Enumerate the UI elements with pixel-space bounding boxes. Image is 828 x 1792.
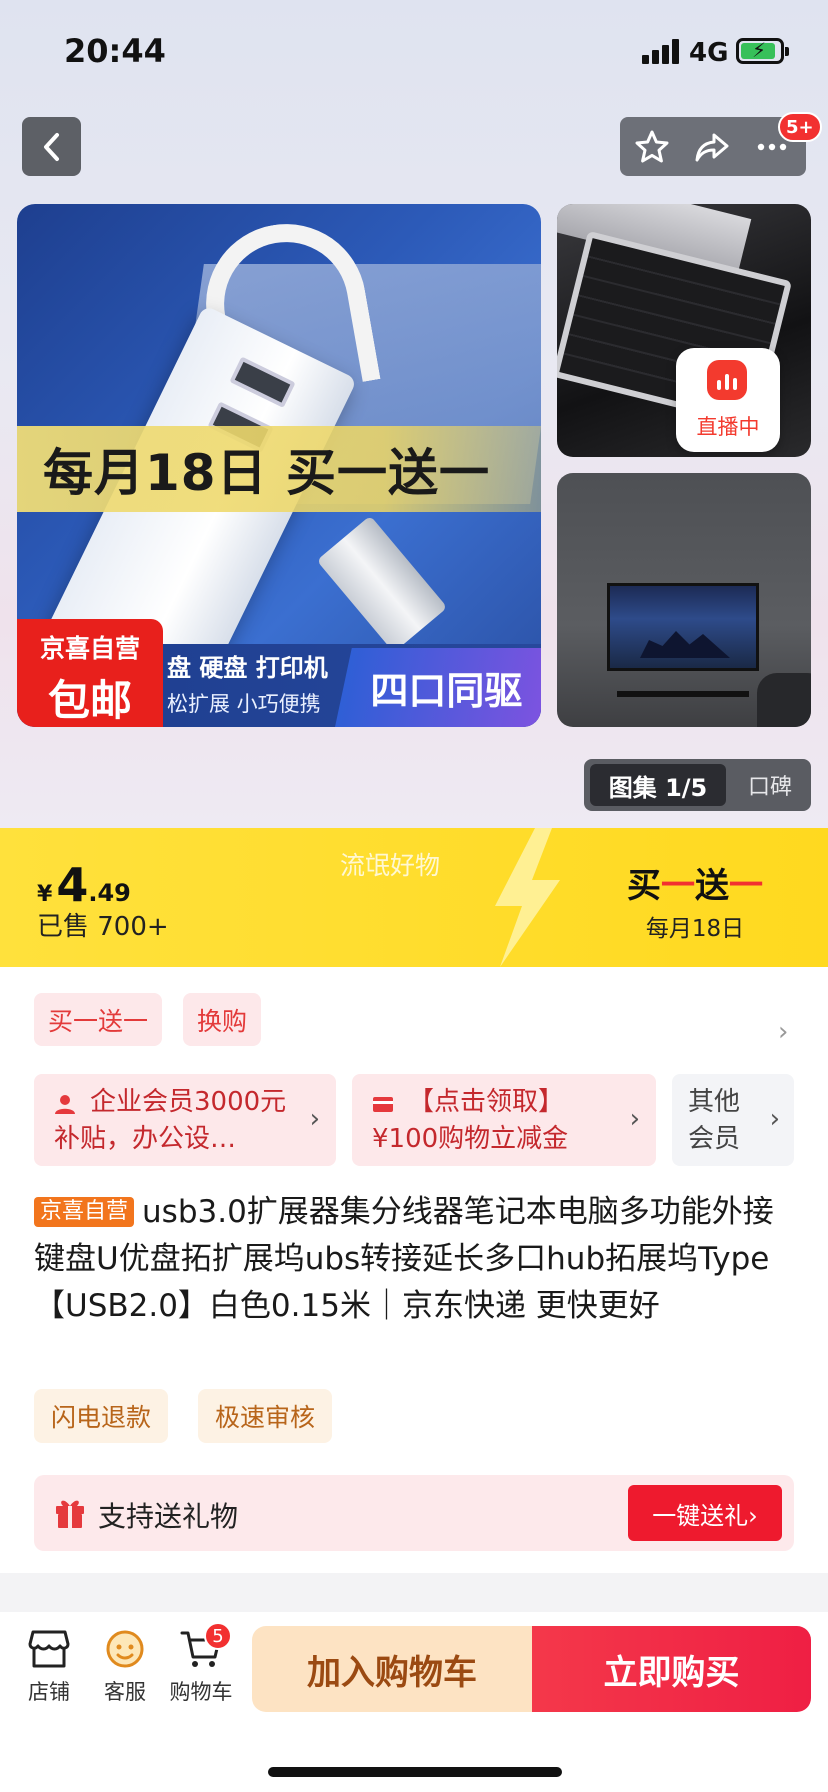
- other-membership[interactable]: 其他会员 ›: [672, 1074, 794, 1166]
- chevron-right-icon: ›: [309, 1104, 320, 1134]
- feature-strip-line1: 盘 硬盘 打印机: [167, 654, 328, 682]
- corner-line2: 包邮: [47, 676, 132, 725]
- store-button[interactable]: 店铺: [16, 1628, 82, 1706]
- promo-info: 买一送一 每月18日: [615, 858, 775, 943]
- store-icon: [28, 1630, 70, 1668]
- corner-line1: 京喜自营: [39, 634, 140, 663]
- buy-now-button[interactable]: 立即购买: [532, 1626, 811, 1712]
- product-info-card: 买一送一 换购 › 企业会员3000元补贴，办公设… › 【点击领取】¥100购…: [0, 967, 828, 1573]
- network-label: 4G: [689, 38, 729, 68]
- lightning-icon: [495, 828, 560, 967]
- bottom-action-bar: 店铺 客服 5 购物车 加入购物车 立即购买: [0, 1612, 828, 1792]
- reviews-tab[interactable]: 口碑: [734, 764, 806, 806]
- battery-icon: ⚡: [736, 38, 789, 64]
- promo-title-d: 一: [729, 866, 763, 906]
- customer-service-label: 客服: [104, 1680, 146, 1704]
- jingxi-badge: 京喜自营: [34, 1197, 135, 1227]
- main-product-image[interactable]: 每月18日 买一送一 盘 硬盘 打印机 松扩展 小巧便携 京喜自营 包邮 四口同…: [17, 204, 541, 727]
- send-gift-button[interactable]: 一键送礼›: [628, 1485, 782, 1541]
- cart-label: 购物车: [169, 1680, 233, 1704]
- share-button[interactable]: [692, 127, 732, 167]
- cart-badge: 5: [204, 1622, 232, 1650]
- live-icon: [707, 360, 747, 400]
- product-title: usb3.0扩展器集分线器笔记本电脑多功能外接键盘U优盘拓扩展坞ubs转接延长多…: [34, 1194, 774, 1324]
- tag-buy-one-get-one[interactable]: 买一送一: [34, 993, 163, 1046]
- service-tag-review[interactable]: 极速审核: [198, 1389, 333, 1443]
- hero-area: 20:44 4G ⚡ 5+ 每月18日 买一送一 盘 硬盘 打印机 松扩展 小巧…: [0, 0, 828, 828]
- customer-service-icon: [106, 1630, 144, 1668]
- gallery-tab[interactable]: 图集 1/5: [590, 764, 726, 806]
- chevron-right-icon[interactable]: ›: [778, 1017, 788, 1047]
- coupon-voucher[interactable]: 【点击领取】¥100购物立减金 ›: [352, 1074, 656, 1166]
- promo-title-c: 送: [695, 866, 729, 906]
- thumbnail-live[interactable]: 直播中: [557, 204, 811, 457]
- favorite-button[interactable]: [632, 127, 672, 167]
- promo-subtitle: 每月18日: [645, 916, 745, 942]
- chevron-right-icon: ›: [769, 1104, 780, 1134]
- star-icon: [635, 130, 669, 163]
- service-tag-refund[interactable]: 闪电退款: [34, 1389, 169, 1443]
- coupon-enterprise[interactable]: 企业会员3000元补贴，办公设… ›: [34, 1074, 336, 1166]
- gift-icon: [56, 1500, 84, 1528]
- more-badge: 5+: [778, 112, 822, 142]
- status-time: 20:44: [64, 32, 166, 70]
- feature-strip-line2: 松扩展 小巧便携: [167, 692, 321, 716]
- gift-text: 支持送礼物: [98, 1500, 239, 1533]
- promo-title-b: 一: [661, 866, 695, 906]
- promo-banner-text: 每月18日 买一送一: [43, 444, 490, 502]
- sold-count: 已售 700+: [37, 912, 169, 942]
- product-title-block: 京喜自营 usb3.0扩展器集分线器笔记本电脑多功能外接键盘U优盘拓扩展坞ubs转…: [34, 1189, 794, 1330]
- coupon-voucher-text: 【点击领取】¥100购物立减金: [372, 1087, 569, 1154]
- store-label: 店铺: [28, 1680, 70, 1704]
- feature-badge-text: 四口同驱: [370, 669, 523, 713]
- feature-badge: 四口同驱: [335, 648, 541, 727]
- tag-exchange[interactable]: 换购: [183, 993, 262, 1046]
- other-membership-text: 其他会员: [688, 1087, 741, 1154]
- coupon-enterprise-text: 企业会员3000元补贴，办公设…: [54, 1087, 287, 1154]
- price-band: ¥ 4 .49 已售 700+ 流氓好物 买一送一 每月18日: [0, 828, 828, 967]
- gift-row[interactable]: 支持送礼物 一键送礼›: [34, 1475, 794, 1551]
- live-label: 直播中: [696, 415, 760, 439]
- live-badge[interactable]: 直播中: [676, 348, 780, 452]
- home-indicator[interactable]: [268, 1767, 562, 1777]
- chevron-right-icon: ›: [629, 1104, 640, 1134]
- signal-icon: [642, 38, 680, 64]
- jingxi-corner-badge: 京喜自营 包邮: [17, 619, 163, 727]
- price-decimal: .49: [88, 879, 131, 907]
- back-button[interactable]: [22, 117, 81, 176]
- promo-banner: 每月18日 买一送一: [17, 426, 541, 512]
- chevron-left-icon: [43, 132, 59, 161]
- customer-service-button[interactable]: 客服: [92, 1628, 158, 1706]
- cart-button[interactable]: 5 购物车: [168, 1622, 234, 1706]
- gallery-switcher: 图集 1/5 口碑: [584, 759, 811, 811]
- promo-title-a: 买: [627, 866, 661, 906]
- status-bar: 20:44 4G ⚡: [0, 0, 828, 100]
- price-currency: ¥: [37, 882, 53, 907]
- add-to-cart-button[interactable]: 加入购物车: [252, 1626, 532, 1712]
- share-icon: [695, 133, 729, 162]
- thumbnail-scene[interactable]: [557, 473, 811, 727]
